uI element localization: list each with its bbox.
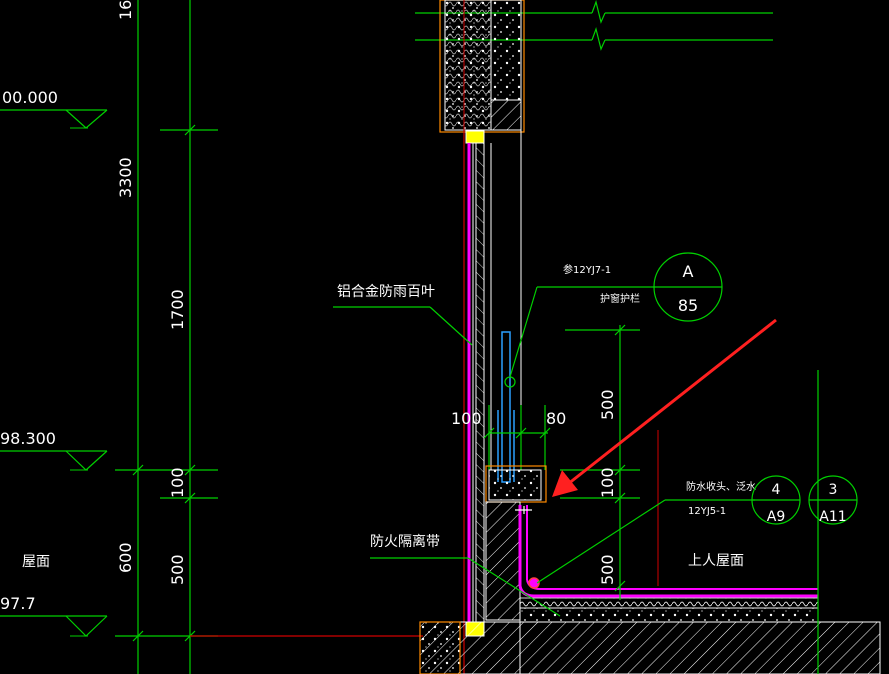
louver-label: 铝合金防雨百叶 [337,284,435,300]
waterproof-label: 防水收头、泛水 [686,480,756,493]
upper-beam-section [439,0,525,133]
elevation-mark-3: 97.7 [0,594,108,637]
guard-rail-label: 护窗护栏 [600,292,640,305]
dim-text-160: 160 [116,0,135,20]
dim-text-500-left: 500 [168,554,187,585]
accessible-roof-label: 上人屋面 [688,553,744,569]
index-mark-3-a11-bottom: A11 [819,509,846,525]
dim-text-500-right: 500 [598,554,617,585]
index-mark-4-a9: 4 A9 [751,475,801,525]
red-arrow-annotation [552,318,777,497]
dim-text-1700: 1700 [168,289,187,330]
elevation-mark-2: 98.300 [0,429,108,471]
ref-guard-label: 参12YJ7-1 [563,263,611,276]
elevation-mark-1: 00.000 [0,88,108,129]
dim-text-80: 80 [546,409,566,428]
elevation-text-2: 98.300 [0,429,56,448]
index-mark-3-a11-top: 3 [829,482,838,498]
dim-text-500-top: 500 [598,389,617,420]
guard-rail [497,331,515,483]
elevation-text-1: 00.000 [2,88,58,107]
dim-text-100-left: 100 [168,467,187,498]
index-mark-4-a9-top: 4 [772,482,781,498]
cad-section-drawing: 00.000 98.300 97.7 屋面 160 3300 1700 100 … [0,0,881,674]
index-mark-3-a11: 3 A11 [808,475,858,525]
leader-louver [333,306,473,346]
index-mark-a85: A 85 [653,252,723,322]
parapet-section [485,465,818,621]
dimension-parapet-top [483,405,551,470]
index-mark-a85-bottom: 85 [678,296,698,315]
dim-text-3300: 3300 [116,157,135,198]
dim-text-100-wall: 100 [451,409,482,428]
fire-belt-label: 防火隔离带 [370,533,440,550]
dim-text-600: 600 [116,542,135,573]
dim-text-100-right: 100 [598,467,617,498]
elevation-text-3: 97.7 [0,594,36,613]
index-mark-4-a9-bottom: A9 [767,509,785,525]
index-mark-a85-top: A [683,262,694,281]
ref-roof-label: 12YJ5-1 [688,506,726,517]
roof-label: 屋面 [22,554,50,570]
